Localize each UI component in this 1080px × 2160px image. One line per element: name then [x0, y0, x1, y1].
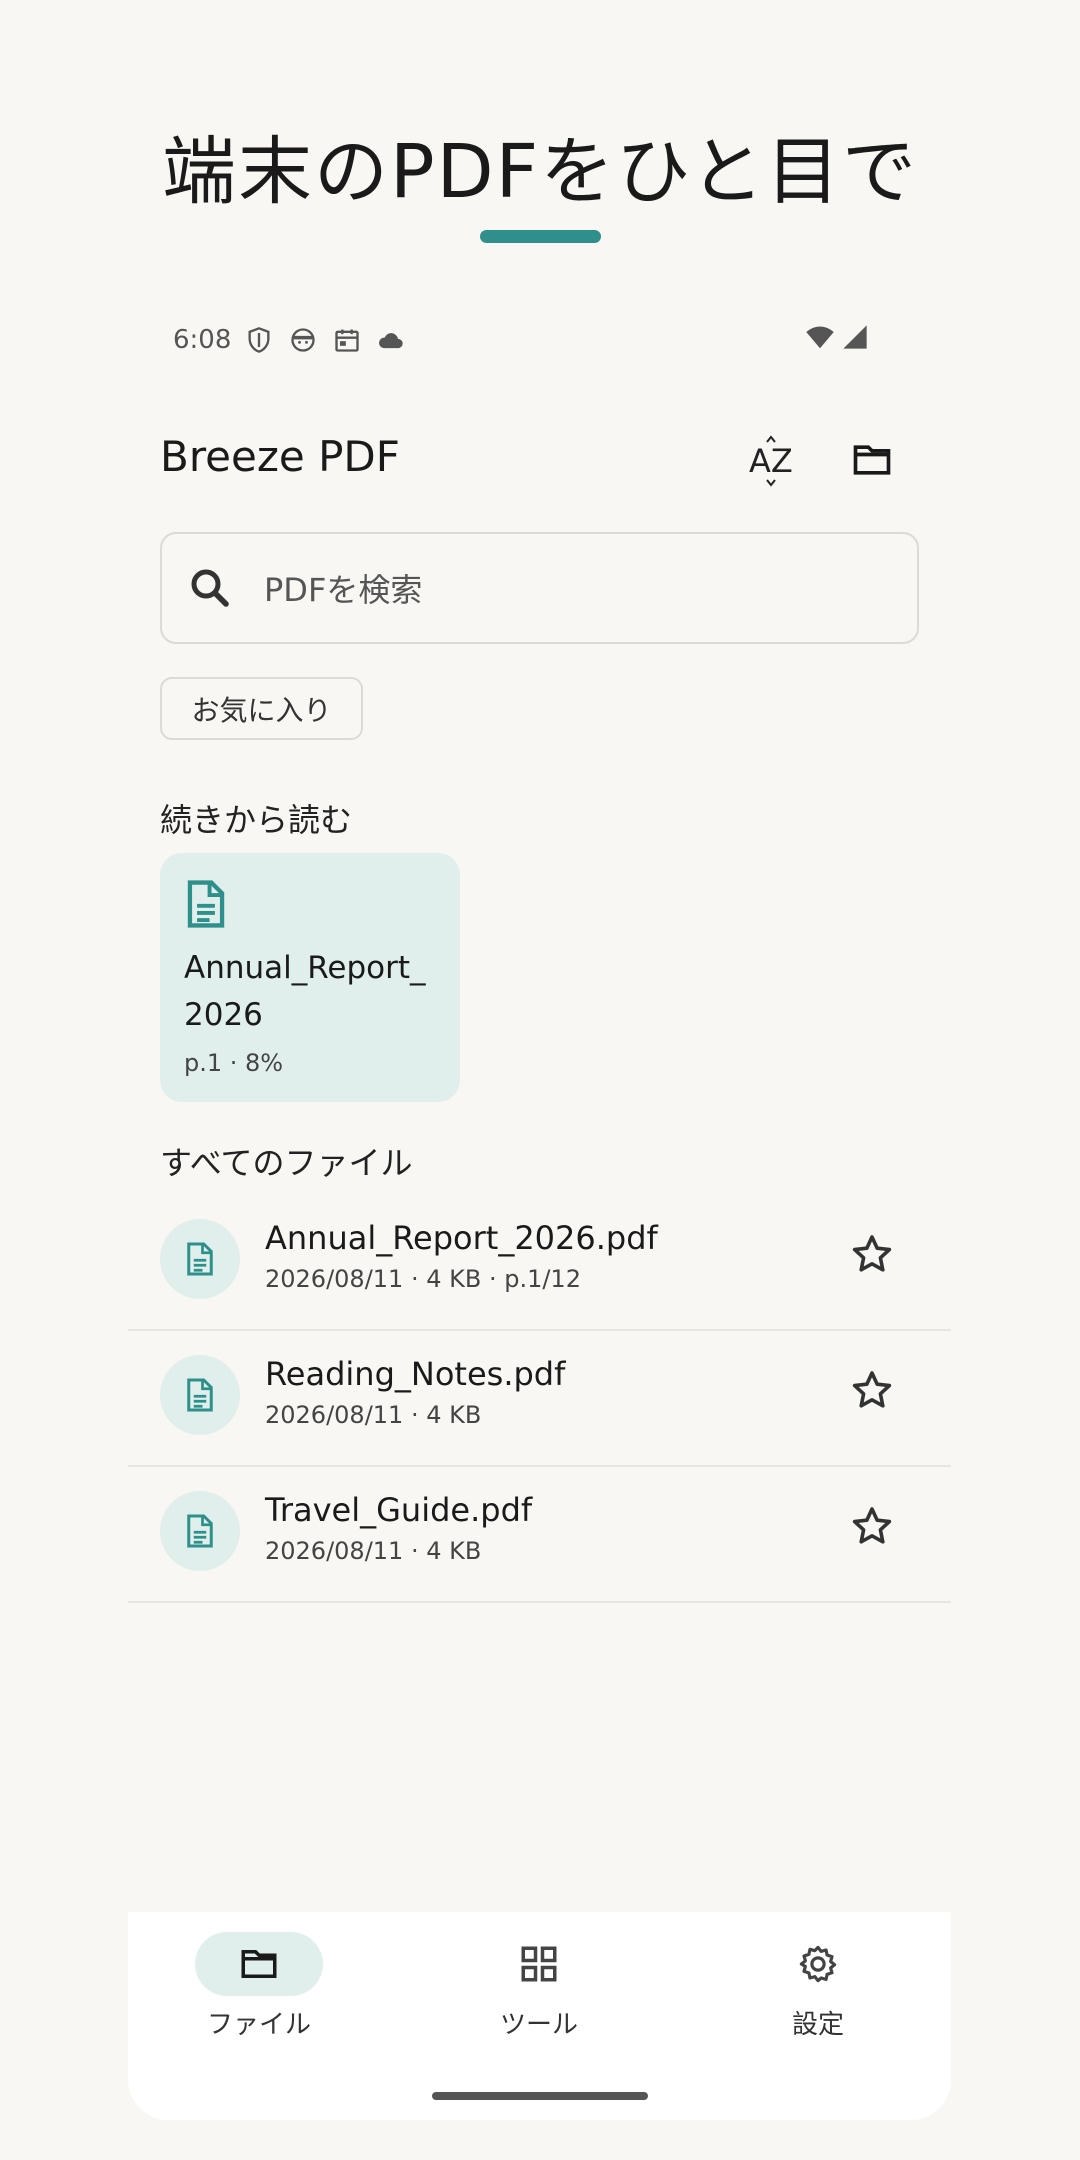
file-list: Annual_Report_2026.pdf 2026/08/11 · 4 KB… [128, 1195, 951, 1603]
nav-label: 設定 [791, 2010, 844, 2040]
grid-icon [521, 1946, 557, 1982]
star-icon[interactable] [848, 1367, 896, 1415]
svg-text:AZ: AZ [749, 442, 793, 480]
folder-icon [853, 445, 891, 475]
continue-card[interactable]: Annual_Report_2026 p.1 · 8% [160, 853, 460, 1102]
app-title: Breeze PDF [160, 432, 400, 481]
home-indicator[interactable] [432, 2092, 648, 2100]
nav-label: ファイル [206, 2010, 311, 2040]
file-row[interactable]: Travel_Guide.pdf 2026/08/11 · 4 KB [128, 1467, 951, 1603]
files-section-title: すべてのファイル [160, 1144, 413, 1182]
search-placeholder: PDFを検索 [264, 571, 423, 609]
bottom-navigation: ファイル ツール 設定 [128, 1912, 951, 2120]
file-meta: 2026/08/11 · 4 KB [265, 1537, 482, 1565]
continue-card-title: Annual_Report_2026 [184, 950, 426, 1033]
continue-section-title: 続きから読む [160, 801, 353, 839]
favorites-chip[interactable]: お気に入り [160, 677, 363, 740]
nav-label: ツール [499, 2010, 578, 2040]
status-bar: 6:08 [173, 322, 869, 358]
document-icon [187, 1378, 213, 1412]
search-icon [186, 564, 234, 612]
star-icon[interactable] [848, 1503, 896, 1551]
file-meta: 2026/08/11 · 4 KB · p.1/12 [265, 1265, 581, 1293]
folder-icon [241, 1950, 277, 1978]
nav-item-tools[interactable]: ツール [439, 1932, 639, 2052]
nav-item-files[interactable]: ファイル [159, 1932, 359, 2052]
file-row[interactable]: Annual_Report_2026.pdf 2026/08/11 · 4 KB… [128, 1195, 951, 1331]
promo-headline: 端末のPDFをひと目で [162, 129, 918, 215]
calendar-icon [333, 326, 361, 354]
nav-active-indicator [195, 1932, 323, 1996]
file-avatar [160, 1355, 240, 1435]
file-name: Annual_Report_2026.pdf [265, 1219, 658, 1257]
file-name: Reading_Notes.pdf [265, 1355, 566, 1393]
file-meta: 2026/08/11 · 4 KB [265, 1401, 482, 1429]
signal-icon [841, 323, 869, 358]
face-icon [289, 326, 317, 354]
star-icon[interactable] [848, 1231, 896, 1279]
gear-icon [799, 1945, 837, 1983]
document-icon [187, 1514, 213, 1548]
document-icon [187, 1242, 213, 1276]
file-name: Travel_Guide.pdf [265, 1491, 533, 1529]
headline-underline [480, 230, 601, 243]
sort-az-icon: AZ [749, 435, 793, 487]
status-time: 6:08 [173, 325, 232, 355]
wifi-icon [805, 322, 835, 359]
sort-button[interactable]: AZ [745, 432, 805, 488]
open-folder-button[interactable] [842, 432, 902, 488]
shield-icon [245, 326, 273, 354]
document-icon [184, 879, 228, 929]
search-input[interactable]: PDFを検索 [160, 532, 919, 644]
file-row[interactable]: Reading_Notes.pdf 2026/08/11 · 4 KB [128, 1331, 951, 1467]
nav-item-settings[interactable]: 設定 [718, 1932, 918, 2052]
file-avatar [160, 1219, 240, 1299]
continue-card-progress: p.1 · 8% [184, 1049, 284, 1077]
cloud-icon [377, 326, 405, 354]
file-avatar [160, 1491, 240, 1571]
